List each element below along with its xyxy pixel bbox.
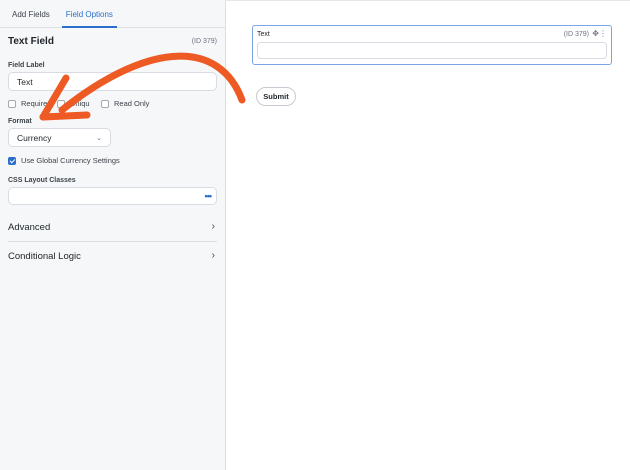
read-only-checkbox[interactable] bbox=[101, 99, 109, 108]
submit-button[interactable]: Submit bbox=[256, 87, 296, 106]
preview-top-border bbox=[226, 0, 630, 1]
ellipsis-icon[interactable]: ••• bbox=[205, 191, 213, 201]
read-only-label: Read Only bbox=[114, 99, 150, 108]
tab-add-fields[interactable]: Add Fields bbox=[4, 10, 58, 27]
field-label-input[interactable]: Text bbox=[8, 72, 217, 91]
unique-checkbox[interactable] bbox=[57, 99, 65, 108]
format-selected-value: Currency bbox=[17, 132, 52, 143]
advanced-section-toggle[interactable]: Advanced › bbox=[8, 213, 217, 241]
chevron-right-icon: › bbox=[211, 221, 215, 232]
preview-field-label: Text bbox=[257, 31, 270, 38]
sidebar-tabs: Add Fields Field Options bbox=[0, 0, 225, 28]
global-currency-checkbox[interactable] bbox=[8, 156, 16, 165]
tab-field-options[interactable]: Field Options bbox=[58, 10, 121, 28]
css-classes-input[interactable]: ••• bbox=[8, 187, 217, 205]
preview-text-field[interactable]: Text (ID 379) ✥ ⋮ bbox=[252, 25, 612, 65]
field-header: Text Field (ID 379) bbox=[8, 36, 217, 48]
preview-field-id: (ID 379) bbox=[563, 31, 589, 38]
field-id-label: (ID 379) bbox=[191, 38, 217, 45]
format-select[interactable]: Currency ⌄ bbox=[8, 128, 111, 147]
chevron-right-icon: › bbox=[211, 250, 215, 261]
advanced-section-label: Advanced bbox=[8, 221, 51, 233]
field-options-sidebar: Add Fields Field Options Text Field (ID … bbox=[0, 0, 226, 470]
preview-text-input[interactable] bbox=[257, 42, 607, 59]
field-type-title: Text Field bbox=[8, 36, 54, 47]
required-label: Required bbox=[21, 99, 52, 108]
css-classes-caption: CSS Layout Classes bbox=[8, 177, 76, 184]
global-currency-label: Use Global Currency Settings bbox=[21, 156, 120, 165]
unique-checkbox-row[interactable]: Uniqu bbox=[57, 99, 90, 108]
chevron-down-icon: ⌄ bbox=[96, 135, 102, 142]
field-label-caption: Field Label bbox=[8, 62, 45, 69]
move-icon[interactable]: ✥ bbox=[592, 29, 599, 38]
required-checkbox-row[interactable]: Required bbox=[8, 99, 51, 108]
vertical-ellipsis-icon[interactable]: ⋮ bbox=[599, 29, 607, 38]
required-checkbox[interactable] bbox=[8, 99, 16, 108]
read-only-checkbox-row[interactable]: Read Only bbox=[101, 99, 149, 108]
conditional-logic-section-label: Conditional Logic bbox=[8, 250, 81, 262]
conditional-logic-section-toggle[interactable]: Conditional Logic › bbox=[8, 242, 217, 270]
unique-label: Uniqu bbox=[70, 99, 90, 108]
global-currency-row[interactable]: Use Global Currency Settings bbox=[8, 156, 120, 165]
format-caption: Format bbox=[8, 118, 32, 125]
